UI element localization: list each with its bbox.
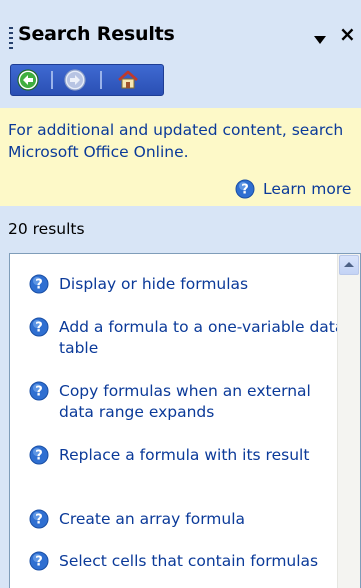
drag-grip-handle[interactable] [9, 27, 13, 49]
svg-text:?: ? [35, 278, 43, 293]
result-link[interactable]: Select cells that contain formulas [59, 551, 349, 572]
help-question-icon: ? [29, 317, 49, 337]
home-button[interactable] [116, 68, 140, 92]
learn-more-link[interactable]: ? Learn more [235, 178, 351, 200]
chevron-up-icon [344, 262, 354, 267]
close-pane-icon[interactable]: × [339, 22, 356, 46]
search-results-pane: Search Results × For additional and upda… [0, 0, 361, 588]
home-icon [118, 70, 138, 89]
pane-menu-dropdown-icon[interactable] [314, 36, 326, 44]
results-list: ? Display or hide formulas ? Add a formu… [9, 253, 361, 588]
office-online-info-panel: For additional and updated content, sear… [0, 108, 361, 206]
svg-text:?: ? [35, 321, 43, 336]
help-question-icon: ? [29, 551, 49, 571]
help-question-icon: ? [235, 179, 255, 199]
office-online-message: For additional and updated content, sear… [8, 121, 344, 161]
toolbar-separator [100, 71, 102, 89]
toolbar-separator [51, 71, 53, 89]
result-link[interactable]: Display or hide formulas [59, 274, 349, 295]
result-link[interactable]: Replace a formula with its result [59, 445, 349, 466]
back-arrow-icon [17, 69, 39, 91]
back-button[interactable] [16, 68, 40, 92]
help-question-icon: ? [29, 509, 49, 529]
help-question-icon: ? [29, 381, 49, 401]
svg-text:?: ? [35, 513, 43, 528]
result-link[interactable]: Add a formula to a one-variable data tab… [59, 317, 349, 359]
results-scrollbar[interactable] [337, 254, 360, 588]
navigation-toolbar [10, 64, 164, 96]
results-count: 20 results [8, 220, 85, 238]
forward-arrow-icon [64, 69, 86, 91]
svg-text:?: ? [35, 385, 43, 400]
help-question-icon: ? [29, 445, 49, 465]
scroll-up-button[interactable] [339, 255, 359, 275]
help-question-icon: ? [29, 274, 49, 294]
svg-text:?: ? [35, 555, 43, 570]
svg-text:?: ? [35, 449, 43, 464]
result-link[interactable]: Copy formulas when an external data rang… [59, 381, 349, 423]
forward-button[interactable] [63, 68, 87, 92]
pane-title: Search Results [18, 23, 175, 45]
pane-title-bar: Search Results × [0, 22, 361, 60]
learn-more-label: Learn more [263, 180, 352, 198]
svg-text:?: ? [241, 183, 249, 198]
result-link[interactable]: Create an array formula [59, 509, 349, 530]
